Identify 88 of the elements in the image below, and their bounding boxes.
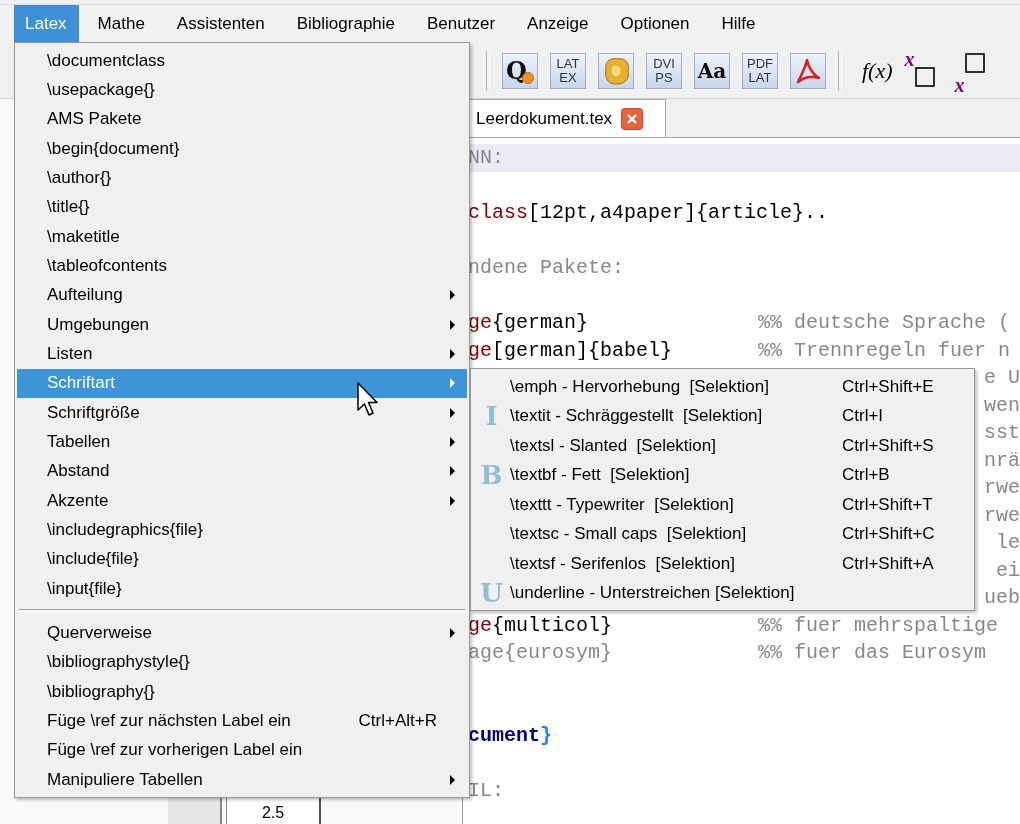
code-line: le [996,530,1020,556]
submenu-arrow-icon [449,378,455,389]
font-style-icon: U [480,580,503,607]
square-icon [964,52,985,73]
menu-item[interactable]: U \underline - Unterstreichen [Selektion] [473,578,972,608]
code-line: NN: [468,145,505,171]
menu-bar-item[interactable]: Hilfe [708,5,769,43]
toolbar-button[interactable]: Aa [694,52,730,89]
menu-item[interactable]: \usepackage{} [17,75,467,105]
submenu-arrow-icon [449,436,455,447]
superscript-button[interactable]: x [904,52,943,89]
menu-item[interactable]: \texttt - Typewriter [Selektion] Ctrl+Shift+T [473,490,972,520]
toolbar-button[interactable] [598,52,634,89]
menu-item[interactable]: \emph - Hervorhebung [Selektion] Ctrl+Shift+E [473,372,972,402]
menu-item[interactable]: Schriftgröße [17,397,467,428]
formula-button[interactable]: f(x) [862,52,893,89]
menu-item[interactable]: Umgebungen [17,309,467,340]
menu-item[interactable]: Querverweise [17,618,467,648]
code-comment: %% Trennregeln fuer n [758,337,1011,364]
toolbar-button[interactable]: Q [502,52,538,89]
submenu-arrow-icon [449,627,455,638]
code-comment: %% fuer mehrspaltige [758,612,999,639]
toolbar-button[interactable]: PDF LAT [742,52,778,89]
menu-item[interactable]: \author{} [17,163,467,193]
toolbar-button[interactable]: LAT EX [550,52,586,89]
menu-item[interactable]: \bibliography{} [17,676,467,707]
font-style-icon: B [480,462,503,489]
code-line: rwe [984,475,1020,501]
toolbar-button[interactable] [790,52,826,89]
toolbar-button[interactable]: DVI PS [646,52,682,89]
code-line: sst [984,420,1020,446]
menu-item[interactable]: \documentclass [17,46,467,76]
code-line: ei [996,557,1020,584]
code-line: IL: [468,777,505,804]
code-line: cument} [468,722,554,749]
square-icon [914,66,935,87]
submenu-arrow-icon [449,407,455,418]
code-line: wen [984,392,1020,419]
close-icon [621,107,644,130]
menu-item[interactable]: Abstand [17,456,467,486]
menu-item[interactable]: AMS Pakete [17,104,467,134]
menu-item[interactable]: Manipuliere Tabellen [17,764,467,795]
menu-bar-item[interactable]: Optionen [607,5,703,43]
menu-bar-item[interactable]: Bibliographie [283,5,409,43]
submenu-arrow-icon [449,348,455,359]
submenu-arrow-icon [449,290,455,301]
mouse-pointer-icon [357,382,379,418]
code-line: rwe [984,502,1020,529]
font-style-icon: I [485,403,498,430]
menu-item[interactable]: Füge \ref zur vorherigen Label ein [17,735,467,765]
menu-item[interactable]: \bibliographystyle{} [17,647,467,677]
menu-item[interactable]: \textsf - Serifenlos [Selektion] Ctrl+Shift+A [473,549,972,579]
code-line: ge{multicol} [468,612,614,639]
menu-item[interactable]: Akzente [17,485,467,516]
code-comment: %% deutsche Sprache ( [758,310,1011,336]
menu-item[interactable]: \textsl - Slanted [Selektion] Ctrl+Shift+S [473,431,972,461]
menu-item[interactable]: \title{} [17,192,467,222]
menu-bar-item[interactable]: Benutzer [414,5,509,43]
submenu-arrow-icon [449,466,455,477]
menu-item[interactable]: Füge \ref zur nächsten Label ein Ctrl+Alt+R [17,706,467,736]
menu-item[interactable]: \maketitle [17,221,467,252]
code-line: ge{german} [468,310,590,336]
code-line: class[12pt,a4paper]{article}.. [468,200,829,226]
menu-item[interactable]: \input{file} [17,573,467,604]
code-line: ge[german]{babel} [468,337,674,364]
menu-item[interactable]: \include{file} [17,544,467,574]
menu-item[interactable]: Aufteilung [17,280,467,310]
menu-bar-item[interactable]: Assistenten [163,5,278,43]
editor-tab[interactable]: Leerdokument.tex [467,99,667,137]
menu-bar-item[interactable]: Anzeige [514,5,602,43]
menu-item[interactable]: \begin{document} [17,134,467,164]
code-line: age{eurosym} [468,640,614,666]
code-line: nrä [984,447,1020,474]
code-line: ndene Pakete: [468,255,626,281]
menu-item[interactable]: \textsc - Small caps [Selektion] Ctrl+Shift+C [473,519,972,549]
submenu-arrow-icon [449,495,455,506]
menu-bar-item[interactable]: Mathe [84,5,158,43]
menu-item[interactable]: \includegraphics{file} [17,515,467,545]
submenu-arrow-icon [449,319,455,330]
menu-item[interactable]: I \textit - Schräggestellt [Selektion] Ctrl+I [473,401,972,431]
code-comment: %% fuer das Eurosym [758,640,987,666]
submenu-arrow-icon [449,774,455,785]
code-line: ueb [984,585,1020,611]
menu-item[interactable]: \tableofcontents [17,251,467,281]
code-line: e U [984,365,1020,391]
menu-item[interactable]: Tabellen [17,427,467,457]
menu-item[interactable]: Listen [17,339,467,369]
menu-item[interactable]: B \textbf - Fett [Selektion] Ctrl+B [473,460,972,490]
